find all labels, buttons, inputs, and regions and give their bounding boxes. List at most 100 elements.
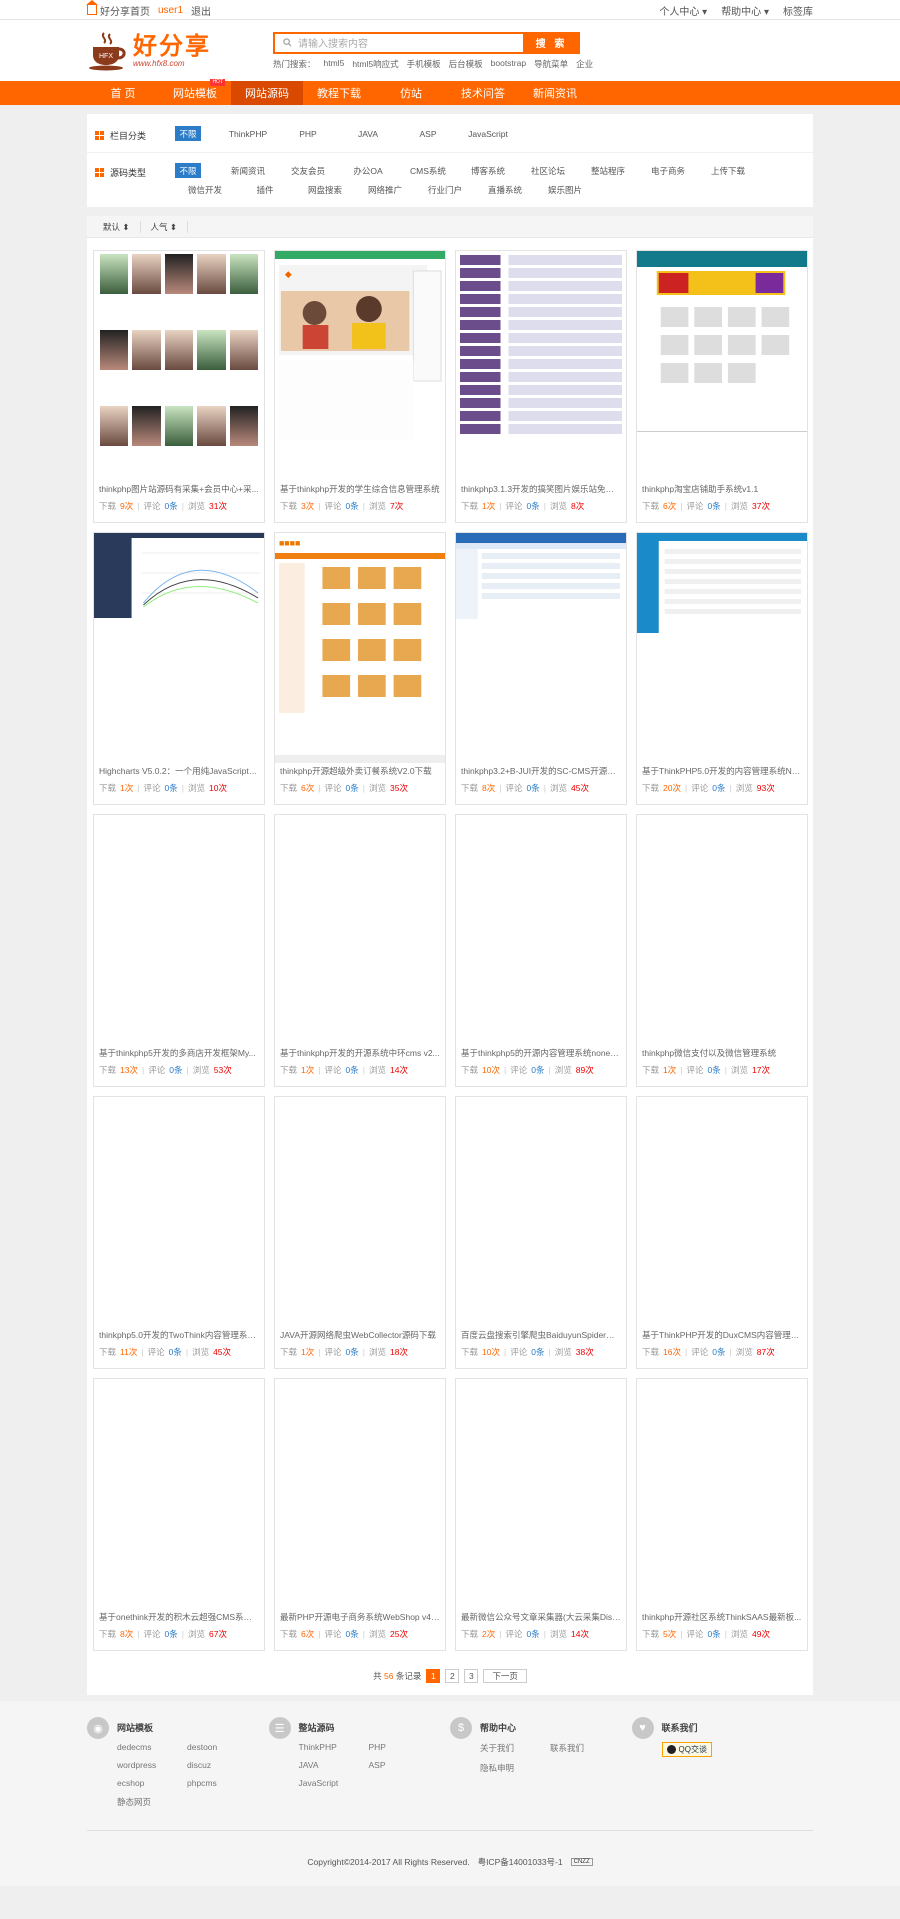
card-thumbnail[interactable] [637, 1097, 807, 1327]
page-button[interactable]: 1 [426, 1669, 441, 1683]
card-thumbnail[interactable] [275, 1097, 445, 1327]
card-title[interactable]: thinkphp淘宝店铺助手系统v1.1 [637, 481, 807, 497]
card-title[interactable]: thinkphp3.1.3开发的搞笑图片娱乐站免费... [456, 481, 626, 497]
card-title[interactable]: JAVA开源网络爬虫WebCollector源码下载 [275, 1327, 445, 1343]
footer-link[interactable]: ThinkPHP [299, 1742, 369, 1752]
card-thumbnail[interactable] [456, 1379, 626, 1609]
source-card[interactable]: thinkphp微信支付以及微信管理系统 下载 1次 | 评论 0条 | 浏览 17次 [636, 814, 808, 1087]
user-center-menu[interactable]: 个人中心 ▾ [659, 3, 707, 18]
card-title[interactable]: 最新微信公众号文章采集器(大云采集Disc... [456, 1609, 626, 1625]
card-thumbnail[interactable] [275, 815, 445, 1045]
footer-link[interactable]: destoon [187, 1742, 257, 1752]
card-title[interactable]: 基于thinkphp开发的开源系统中环cms v2... [275, 1045, 445, 1061]
tag-library-link[interactable]: 标签库 [783, 3, 813, 18]
source-card[interactable]: 基于ThinkPHP5.0开发的内容管理系统New... 下载 20次 | 评论 0条 | 浏… [636, 532, 808, 805]
cnzz-badge[interactable]: CNZZ [570, 1858, 593, 1866]
card-thumbnail[interactable] [94, 533, 264, 763]
footer-link[interactable]: PHP [369, 1742, 439, 1752]
hot-search-item[interactable]: html5响应式 [352, 58, 398, 70]
type-option[interactable]: 博客系统 [458, 163, 518, 178]
nav-tutorials[interactable]: 教程下载 [303, 81, 375, 105]
source-card[interactable]: thinkphp3.1.3开发的搞笑图片娱乐站免费... 下载 1次 | 评论 0条 | 浏览… [455, 250, 627, 523]
card-thumbnail[interactable] [456, 1097, 626, 1327]
footer-link[interactable]: JavaScript [299, 1778, 369, 1788]
type-option[interactable]: 网盘搜索 [295, 182, 355, 197]
type-option[interactable]: 娱乐图片 [535, 182, 595, 197]
footer-link[interactable]: 隐私申明 [480, 1762, 550, 1774]
page-button[interactable]: 3 [464, 1669, 479, 1683]
footer-link[interactable]: 关于我们 [480, 1742, 550, 1754]
type-option[interactable]: 行业门户 [415, 182, 475, 197]
card-title[interactable]: 基于thinkphp开发的学生综合信息管理系统 [275, 481, 445, 497]
category-option[interactable]: JavaScript [458, 126, 518, 141]
source-card[interactable]: thinkphp图片站源码有采集+会员中心+采... 下载 9次 | 评论 0条 | 浏览 31… [93, 250, 265, 523]
type-option[interactable]: 不限 [175, 163, 201, 178]
hot-search-item[interactable]: 企业 [576, 58, 593, 70]
footer-link[interactable]: dedecms [117, 1742, 187, 1752]
source-card[interactable]: 基于thinkphp5的开源内容管理系统noneC... 下载 10次 | 评论 0条 | 浏… [455, 814, 627, 1087]
footer-link[interactable]: phpcms [187, 1778, 257, 1788]
card-title[interactable]: Highcharts V5.0.2：一个用纯JavaScript编... [94, 763, 264, 779]
card-title[interactable]: thinkphp3.2+B-JUI开发的SC-CMS开源内... [456, 763, 626, 779]
hot-search-item[interactable]: html5 [324, 58, 345, 70]
category-option[interactable]: ASP [398, 126, 458, 141]
card-title[interactable]: thinkphp开源社区系统ThinkSAAS最新板... [637, 1609, 807, 1625]
source-card[interactable]: 百度云盘搜索引擎爬虫BaiduyunSpider基... 下载 10次 | 评论 0条 | 浏… [455, 1096, 627, 1369]
category-option[interactable]: JAVA [338, 126, 398, 141]
card-thumbnail[interactable] [94, 1097, 264, 1327]
card-thumbnail[interactable] [456, 815, 626, 1045]
source-card[interactable]: thinkphp3.2+B-JUI开发的SC-CMS开源内... 下载 8次 | 评论 0… [455, 532, 627, 805]
source-card[interactable]: 最新微信公众号文章采集器(大云采集Disc... 下载 2次 | 评论 0条 | 浏览 14次 [455, 1378, 627, 1651]
page-button[interactable]: 2 [445, 1669, 460, 1683]
help-center-menu[interactable]: 帮助中心 ▾ [721, 3, 769, 18]
sort-popularity[interactable]: 人气 ⬍ [141, 220, 188, 233]
type-option[interactable]: 电子商务 [638, 163, 698, 178]
type-option[interactable]: 交友会员 [278, 163, 338, 178]
card-thumbnail[interactable] [637, 1379, 807, 1609]
card-title[interactable]: thinkphp图片站源码有采集+会员中心+采... [94, 481, 264, 497]
nav-clone-site[interactable]: 仿站 [375, 81, 447, 105]
type-option[interactable]: 新闻资讯 [218, 163, 278, 178]
source-card[interactable]: thinkphp开源社区系统ThinkSAAS最新板... 下载 5次 | 评论 0条 | 浏… [636, 1378, 808, 1651]
footer-link[interactable]: 联系我们 [550, 1742, 620, 1754]
footer-link[interactable]: wordpress [117, 1760, 187, 1770]
card-thumbnail[interactable] [637, 251, 807, 481]
source-card[interactable]: thinkphp淘宝店铺助手系统v1.1 下载 6次 | 评论 0条 | 浏览 37次 [636, 250, 808, 523]
nav-source-code[interactable]: 网站源码 [231, 81, 303, 105]
source-card[interactable]: 基于thinkphp5开发的多商店开发框架My... 下载 13次 | 评论 0条 | 浏览 5… [93, 814, 265, 1087]
source-card[interactable]: 最新PHP开源电子商务系统WebShop v4.7... 下载 6次 | 评论 0条 | 浏览… [274, 1378, 446, 1651]
category-option[interactable]: ThinkPHP [218, 126, 278, 141]
card-thumbnail[interactable] [637, 815, 807, 1045]
card-thumbnail[interactable]: ◆ [275, 251, 445, 481]
footer-link[interactable]: discuz [187, 1760, 257, 1770]
hot-search-item[interactable]: 后台模板 [449, 58, 483, 70]
hot-search-item[interactable]: 手机模板 [407, 58, 441, 70]
source-card[interactable]: 基于ThinkPHP开发的DuxCMS内容管理系... 下载 16次 | 评论 0条 | 浏览… [636, 1096, 808, 1369]
card-title[interactable]: 基于ThinkPHP开发的DuxCMS内容管理系... [637, 1327, 807, 1343]
card-title[interactable]: 最新PHP开源电子商务系统WebShop v4.7... [275, 1609, 445, 1625]
card-thumbnail[interactable] [456, 251, 626, 481]
card-thumbnail[interactable] [94, 815, 264, 1045]
card-thumbnail[interactable]: ■■■■ [275, 533, 445, 763]
type-option[interactable]: 办公OA [338, 163, 398, 178]
card-title[interactable]: 基于thinkphp5的开源内容管理系统noneC... [456, 1045, 626, 1061]
category-option[interactable]: PHP [278, 126, 338, 141]
card-thumbnail[interactable] [275, 1379, 445, 1609]
card-title[interactable]: 基于onethink开发的积木云超强CMS系统V... [94, 1609, 264, 1625]
type-option[interactable]: 直播系统 [475, 182, 535, 197]
type-option[interactable]: 整站程序 [578, 163, 638, 178]
card-thumbnail[interactable] [456, 533, 626, 763]
card-thumbnail[interactable] [637, 533, 807, 763]
qq-chat-button[interactable]: QQ交谈 [661, 1742, 712, 1757]
source-card[interactable]: ◆ 基于thinkphp开发的学生综合信息管理系统 下载 3次 | 评论 0条 | 浏览 7次 [274, 250, 446, 523]
footer-link[interactable]: 静态网页 [117, 1796, 187, 1808]
type-option[interactable]: 微信开发 [175, 182, 235, 197]
home-link[interactable]: 好分享首页 [86, 0, 150, 18]
source-card[interactable]: ■■■■ thinkphp开源超级外卖订餐系统V2.0下载 下载 6次 | 评论 0条 | 浏览… [274, 532, 446, 805]
site-logo[interactable]: HFX 好分享 www.hfx8.com [87, 31, 273, 71]
source-card[interactable]: JAVA开源网络爬虫WebCollector源码下载 下载 1次 | 评论 0条 | 浏览 18… [274, 1096, 446, 1369]
type-option[interactable]: 社区论坛 [518, 163, 578, 178]
card-title[interactable]: thinkphp开源超级外卖订餐系统V2.0下载 [275, 763, 445, 779]
card-thumbnail[interactable] [94, 1379, 264, 1609]
nav-news[interactable]: 新闻资讯 [519, 81, 591, 105]
